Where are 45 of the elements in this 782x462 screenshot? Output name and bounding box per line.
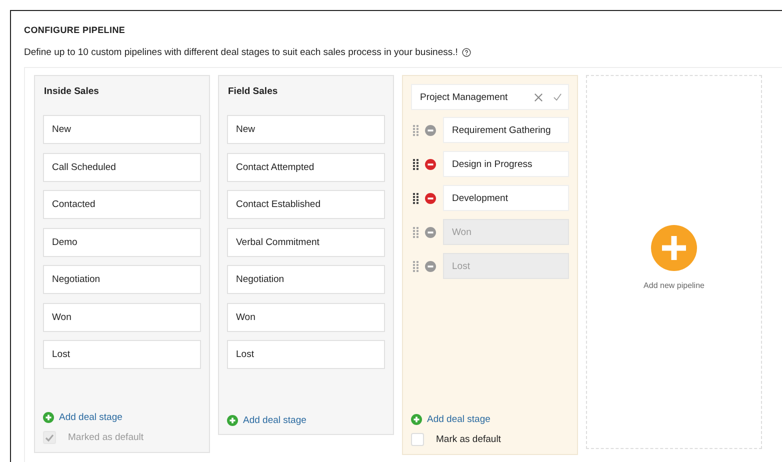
- stage-field[interactable]: Negotiation: [43, 265, 201, 294]
- checkbox[interactable]: [411, 433, 424, 446]
- description: Define up to 10 custom pipelines with different deal stages to suit each sales process in your business.!: [24, 47, 458, 58]
- default-label: Marked as default: [68, 432, 144, 443]
- stage-field[interactable]: Won: [43, 302, 201, 332]
- check-icon[interactable]: [553, 93, 562, 101]
- drag-handle-icon[interactable]: [413, 158, 419, 170]
- pipeline-name-field[interactable]: Project Management: [411, 84, 569, 110]
- stage-field[interactable]: Negotiation: [227, 265, 385, 294]
- add-stage-link[interactable]: Add deal stage: [411, 414, 569, 425]
- help-icon[interactable]: [462, 48, 471, 57]
- drag-handle-icon[interactable]: [413, 192, 419, 204]
- stage-field[interactable]: Contact Established: [227, 190, 385, 219]
- pipeline-name: Field Sales: [227, 86, 279, 99]
- stage-field[interactable]: Contact Attempted: [227, 152, 385, 182]
- stage-field[interactable]: New: [43, 115, 201, 144]
- drag-handle-icon[interactable]: [413, 260, 419, 272]
- stage-field[interactable]: New: [227, 115, 385, 144]
- add-stage-link[interactable]: Add deal stage: [227, 415, 385, 426]
- add-icon[interactable]: [227, 415, 238, 426]
- drag-handle-icon[interactable]: [413, 226, 419, 238]
- stage-field[interactable]: Requirement Gathering: [443, 117, 569, 143]
- section-title: CONFIGURE PIPELINE: [24, 25, 126, 37]
- drag-handle-icon[interactable]: [413, 124, 419, 136]
- add-stage-link[interactable]: Add deal stage: [43, 412, 201, 423]
- remove-icon[interactable]: [425, 192, 436, 204]
- default-label: Mark as default: [436, 434, 501, 445]
- add-icon[interactable]: [411, 414, 422, 425]
- add-icon[interactable]: [43, 412, 54, 423]
- add-icon[interactable]: [651, 224, 697, 270]
- remove-icon[interactable]: [425, 158, 436, 170]
- stage-field[interactable]: Development: [443, 185, 569, 211]
- close-icon[interactable]: [534, 92, 543, 102]
- remove-icon[interactable]: [425, 124, 436, 136]
- stage-field[interactable]: Demo: [43, 228, 201, 256]
- stage-field[interactable]: Design in Progress: [443, 151, 569, 177]
- stage-field[interactable]: Verbal Commitment: [227, 228, 385, 256]
- pipeline-name: Inside Sales: [43, 86, 100, 99]
- stage-field[interactable]: Contacted: [43, 190, 201, 219]
- add-pipeline-label: Add new pipeline: [644, 280, 704, 290]
- add-pipeline-card[interactable]: Add new pipeline: [586, 75, 762, 449]
- stage-field[interactable]: Lost: [43, 340, 201, 369]
- stage-field[interactable]: Won: [227, 302, 385, 332]
- stage-field[interactable]: Lost: [227, 340, 385, 369]
- stage-field[interactable]: Call Scheduled: [43, 152, 201, 182]
